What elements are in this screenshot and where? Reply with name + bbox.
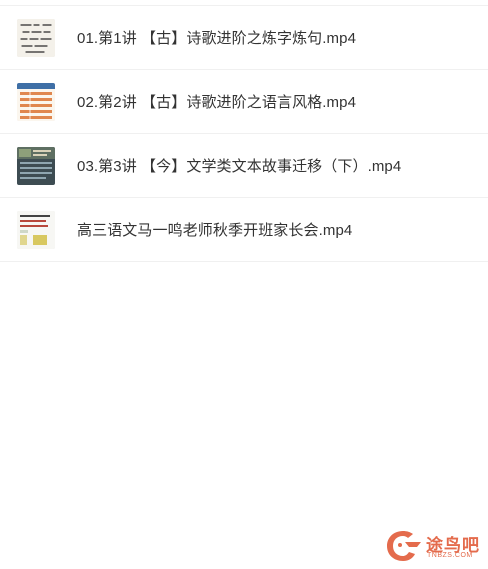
file-row-4[interactable]: 高三语文马一鸣老师秋季开班家长会.mp4 [0, 198, 488, 262]
doc-slide-video-thumbnail-icon [17, 210, 55, 249]
bird-logo-icon [387, 531, 421, 561]
file-list: 01.第1讲 【古】诗歌进阶之炼字炼句.mp4 02.第2讲 【古】诗歌进阶之语… [0, 6, 488, 262]
file-list-page: 01.第1讲 【古】诗歌进阶之炼字炼句.mp4 02.第2讲 【古】诗歌进阶之语… [0, 0, 488, 569]
watermark: 途鸟吧 TNBZS.COM [383, 528, 483, 564]
file-row-3[interactable]: 03.第3讲 【今】文学类文本故事迁移（下）.mp4 [0, 134, 488, 198]
file-name[interactable]: 高三语文马一鸣老师秋季开班家长会.mp4 [77, 219, 352, 240]
file-name[interactable]: 03.第3讲 【今】文学类文本故事迁移（下）.mp4 [77, 155, 401, 176]
table-slide-video-thumbnail-icon [17, 82, 55, 121]
file-row-2[interactable]: 02.第2讲 【古】诗歌进阶之语言风格.mp4 [0, 70, 488, 134]
watermark-url: TNBZS.COM [427, 552, 473, 559]
file-name[interactable]: 02.第2讲 【古】诗歌进阶之语言风格.mp4 [77, 91, 356, 112]
file-row-1[interactable]: 01.第1讲 【古】诗歌进阶之炼字炼句.mp4 [0, 6, 488, 70]
calligraphy-video-thumbnail-icon [17, 18, 55, 57]
photo-slide-video-thumbnail-icon [17, 146, 55, 185]
file-name[interactable]: 01.第1讲 【古】诗歌进阶之炼字炼句.mp4 [77, 27, 356, 48]
